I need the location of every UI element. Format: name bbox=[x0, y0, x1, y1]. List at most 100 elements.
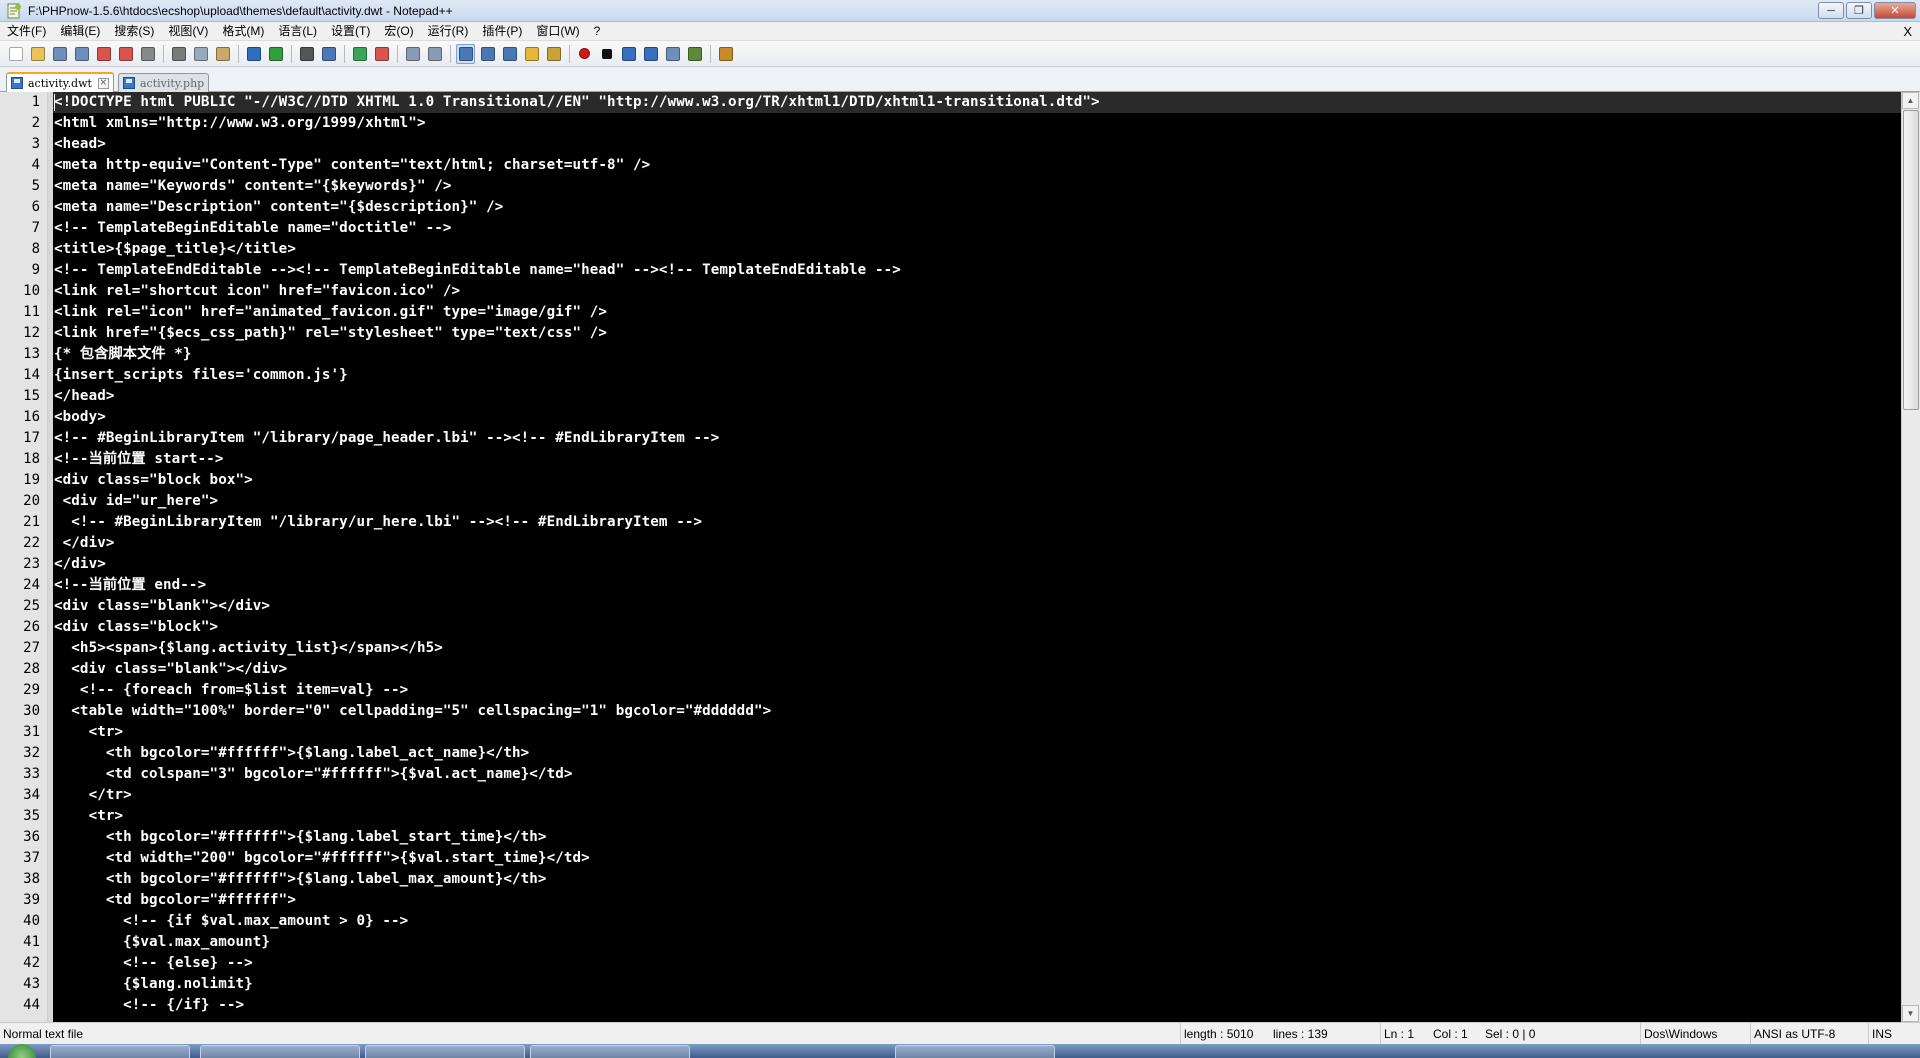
code-line[interactable]: 13 {* 包含脚本文件 *} bbox=[0, 344, 1900, 365]
menu-language[interactable]: 语言(L) bbox=[271, 22, 324, 41]
sync-vertical-button[interactable] bbox=[403, 44, 422, 64]
code-line[interactable]: 35 <tr> bbox=[0, 806, 1900, 827]
code-line[interactable]: 38 <th bgcolor="#ffffff">{$lang.label_ma… bbox=[0, 869, 1900, 890]
start-button-icon[interactable] bbox=[8, 1044, 36, 1058]
taskbar-item[interactable] bbox=[365, 1045, 525, 1058]
vertical-scrollbar[interactable]: ▲ ▼ bbox=[1901, 92, 1920, 1022]
new-file-button[interactable] bbox=[6, 44, 25, 64]
zoom-out-button[interactable] bbox=[372, 44, 391, 64]
play-macro-button[interactable] bbox=[619, 44, 638, 64]
close-tab-icon[interactable]: × bbox=[97, 77, 109, 89]
save-all-button[interactable] bbox=[72, 44, 91, 64]
taskbar-item[interactable] bbox=[530, 1045, 690, 1058]
close-document-button[interactable]: X bbox=[1903, 22, 1912, 41]
sync-horizontal-button[interactable] bbox=[425, 44, 444, 64]
code-line[interactable]: 43 {$lang.nolimit} bbox=[0, 974, 1900, 995]
code-line[interactable]: 37 <td width="200" bgcolor="#ffffff">{$v… bbox=[0, 848, 1900, 869]
word-wrap-button[interactable] bbox=[456, 43, 475, 64]
code-line[interactable]: 29 <!-- {foreach from=$list item=val} --… bbox=[0, 680, 1900, 701]
replace-button[interactable] bbox=[319, 44, 338, 64]
menu-view[interactable]: 视图(V) bbox=[161, 22, 215, 41]
undo-button[interactable] bbox=[244, 44, 263, 64]
code-line[interactable]: 34 </tr> bbox=[0, 785, 1900, 806]
save-button[interactable] bbox=[50, 44, 69, 64]
menu-edit[interactable]: 编辑(E) bbox=[53, 22, 107, 41]
paste-button[interactable] bbox=[213, 44, 232, 64]
open-file-button[interactable] bbox=[28, 44, 47, 64]
code-line[interactable]: 40 <!-- {if $val.max_amount > 0} --> bbox=[0, 911, 1900, 932]
tab-activity-dwt[interactable]: activity.dwt × bbox=[6, 72, 114, 92]
code-line[interactable]: 14 {insert_scripts files='common.js'} bbox=[0, 365, 1900, 386]
close-window-button[interactable]: ✕ bbox=[1874, 2, 1916, 19]
code-line[interactable]: 3 <head> bbox=[0, 134, 1900, 155]
code-line[interactable]: 44 <!-- {/if} --> bbox=[0, 995, 1900, 1016]
code-line[interactable]: 22 </div> bbox=[0, 533, 1900, 554]
find-button[interactable] bbox=[297, 44, 316, 64]
copy-button[interactable] bbox=[191, 44, 210, 64]
play-multiple-button[interactable] bbox=[641, 44, 660, 64]
doc-map-button[interactable] bbox=[544, 44, 563, 64]
code-line[interactable]: 28 <div class="blank"></div> bbox=[0, 659, 1900, 680]
editor[interactable]: 1 <!DOCTYPE html PUBLIC "-//W3C//DTD XHTM… bbox=[0, 92, 1920, 1022]
code-line[interactable]: 27 <h5><span>{$lang.activity_list}</span… bbox=[0, 638, 1900, 659]
scroll-down-icon[interactable]: ▼ bbox=[1902, 1005, 1919, 1022]
menu-plugins[interactable]: 插件(P) bbox=[475, 22, 529, 41]
code-line[interactable]: 2 <html xmlns="http://www.w3.org/1999/xht… bbox=[0, 113, 1900, 134]
code-line[interactable]: 19 <div class="block box"> bbox=[0, 470, 1900, 491]
scroll-thumb[interactable] bbox=[1903, 110, 1919, 410]
code-line[interactable]: 18 <!--当前位置 start--> bbox=[0, 449, 1900, 470]
code-line[interactable]: 42 <!-- {else} --> bbox=[0, 953, 1900, 974]
code-line[interactable]: 25 <div class="blank"></div> bbox=[0, 596, 1900, 617]
menu-run[interactable]: 运行(R) bbox=[421, 22, 476, 41]
taskbar-item[interactable] bbox=[50, 1045, 190, 1058]
zoom-in-button[interactable] bbox=[350, 44, 369, 64]
code-line[interactable]: 36 <th bgcolor="#ffffff">{$lang.label_st… bbox=[0, 827, 1900, 848]
code-line[interactable]: 30 <table width="100%" border="0" cellpa… bbox=[0, 701, 1900, 722]
scroll-up-icon[interactable]: ▲ bbox=[1902, 92, 1919, 109]
code-line[interactable]: 5 <meta name="Keywords" content="{$keywor… bbox=[0, 176, 1900, 197]
code-line[interactable]: 20 <div id="ur_here"> bbox=[0, 491, 1900, 512]
code-line[interactable]: 12 <link href="{$ecs_css_path}" rel="styl… bbox=[0, 323, 1900, 344]
menu-format[interactable]: 格式(M) bbox=[215, 22, 271, 41]
code-line[interactable]: 32 <th bgcolor="#ffffff">{$lang.label_ac… bbox=[0, 743, 1900, 764]
menu-macro[interactable]: 宏(O) bbox=[377, 22, 420, 41]
indent-guide-button[interactable] bbox=[500, 44, 519, 64]
code-line[interactable]: 39 <td bgcolor="#ffffff"> bbox=[0, 890, 1900, 911]
plugin-button[interactable] bbox=[685, 44, 704, 64]
save-macro-button[interactable] bbox=[663, 44, 682, 64]
code-line[interactable]: 23 </div> bbox=[0, 554, 1900, 575]
code-line[interactable]: 4 <meta http-equiv="Content-Type" content… bbox=[0, 155, 1900, 176]
code-line[interactable]: 7 <!-- TemplateBeginEditable name="doctit… bbox=[0, 218, 1900, 239]
close-all-button[interactable] bbox=[116, 44, 135, 64]
code-line[interactable]: 21 <!-- #BeginLibraryItem "/library/ur_h… bbox=[0, 512, 1900, 533]
record-macro-button[interactable] bbox=[575, 44, 594, 64]
code-line[interactable]: 9 <!-- TemplateEndEditable --><!-- Templa… bbox=[0, 260, 1900, 281]
code-line[interactable]: 33 <td colspan="3" bgcolor="#ffffff">{$v… bbox=[0, 764, 1900, 785]
taskbar-item[interactable] bbox=[895, 1045, 1055, 1058]
menu-settings[interactable]: 设置(T) bbox=[324, 22, 377, 41]
launch-button[interactable] bbox=[716, 44, 735, 64]
code-line[interactable]: 15 </head> bbox=[0, 386, 1900, 407]
menu-search[interactable]: 搜索(S) bbox=[107, 22, 161, 41]
minimize-button[interactable]: ─ bbox=[1818, 2, 1844, 19]
print-button[interactable] bbox=[138, 44, 157, 64]
code-line[interactable]: 26 <div class="block"> bbox=[0, 617, 1900, 638]
stop-record-button[interactable] bbox=[597, 44, 616, 64]
code-line[interactable]: 41 {$val.max_amount} bbox=[0, 932, 1900, 953]
code-line[interactable]: 17 <!-- #BeginLibraryItem "/library/page_… bbox=[0, 428, 1900, 449]
menu-window[interactable]: 窗口(W) bbox=[529, 22, 586, 41]
menu-help[interactable]: ? bbox=[587, 22, 608, 41]
code-line[interactable]: 24 <!--当前位置 end--> bbox=[0, 575, 1900, 596]
taskbar-item[interactable] bbox=[200, 1045, 360, 1058]
code-line[interactable]: 16 <body> bbox=[0, 407, 1900, 428]
maximize-button[interactable]: ❐ bbox=[1846, 2, 1872, 19]
show-all-chars-button[interactable] bbox=[478, 44, 497, 64]
user-language-button[interactable] bbox=[522, 44, 541, 64]
cut-button[interactable] bbox=[169, 44, 188, 64]
code-line[interactable]: 8 <title>{$page_title}</title> bbox=[0, 239, 1900, 260]
tab-activity-php[interactable]: activity.php bbox=[118, 73, 210, 92]
code-line[interactable]: 31 <tr> bbox=[0, 722, 1900, 743]
redo-button[interactable] bbox=[266, 44, 285, 64]
code-line[interactable]: 11 <link rel="icon" href="animated_favico… bbox=[0, 302, 1900, 323]
code-line[interactable]: 10 <link rel="shortcut icon" href="favico… bbox=[0, 281, 1900, 302]
